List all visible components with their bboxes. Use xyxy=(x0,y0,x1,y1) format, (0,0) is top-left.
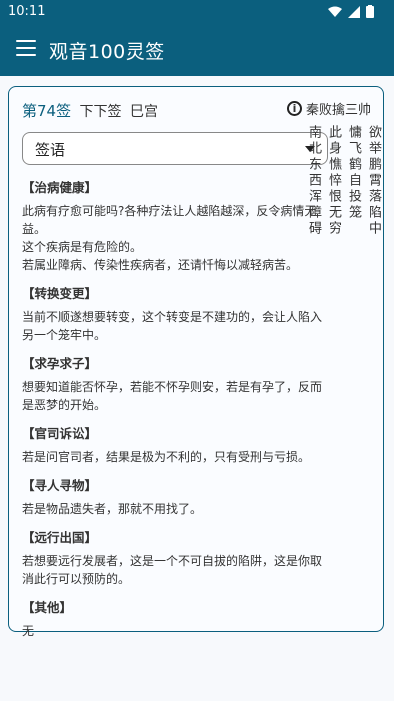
lot-grade: 下下签 xyxy=(79,104,122,120)
section-health: 【治病健康】 此病有疗愈可能吗?各种疗法让人越陷越深，反令病情无益。 这个疾病是… xyxy=(22,177,332,274)
section-pregnancy: 【求孕求子】 想要知道能否怀孕，若能不怀孕则安，若是有孕了，反而是恶梦的开始。 xyxy=(22,353,332,414)
status-icons xyxy=(328,5,374,18)
status-bar: 10:11 xyxy=(0,0,394,24)
poem: 欲举鹏霄落陷中 慵飞鹤自投笼 此身憔悴恨无穷 南北东西浑障碍 xyxy=(306,125,383,395)
section-title: 【寻人寻物】 xyxy=(22,478,98,493)
poem-line: 慵飞鹤自投笼 xyxy=(346,125,361,221)
section-title: 【官司诉讼】 xyxy=(22,426,98,441)
app-title: 观音100灵签 xyxy=(49,41,165,63)
menu-icon[interactable] xyxy=(16,40,36,58)
info-icon[interactable]: i xyxy=(286,101,302,116)
section-lawsuit: 【官司诉讼】 若是问官司者，结果是极为不利的，只有受刑与亏损。 xyxy=(22,423,332,466)
lot-palace: 巳宫 xyxy=(130,104,158,120)
section-other: 【其他】 无 xyxy=(22,597,332,640)
section-title: 【远行出国】 xyxy=(22,530,98,545)
sections: 【治病健康】 此病有疗愈可能吗?各种疗法让人越陷越深，反令病情无益。 这个疾病是… xyxy=(22,177,332,649)
section-body: 若想要远行发展者，这是一个不可自拔的陷阱，这是你取消此行可以预防的。 xyxy=(22,554,323,586)
app-bar: 观音100灵签 xyxy=(0,24,394,76)
wifi-icon xyxy=(328,6,342,17)
section-body: 若是问官司者，结果是极为不利的，只有受刑与亏损。 xyxy=(22,450,311,464)
section-body: 当前不顺遂想要转变，这个转变是不建功的，会让人陷入另一个笼牢中。 xyxy=(22,310,323,342)
signal-icon xyxy=(348,5,360,18)
section-lost-items: 【寻人寻物】 若是物品遗失者，那就不用找了。 xyxy=(22,475,332,518)
section-title: 【转换变更】 xyxy=(22,286,98,301)
section-title: 【治病健康】 xyxy=(22,180,98,195)
lot-card: 第74签 下下签 巳宫 i 秦败擒三帅 签语 欲举鹏霄落陷中 慵飞鹤自投笼 此身… xyxy=(8,86,384,638)
section-title: 【其他】 xyxy=(22,600,73,615)
section-title: 【求孕求子】 xyxy=(22,356,98,371)
poem-line: 欲举鹏霄落陷中 xyxy=(366,125,381,237)
battery-icon xyxy=(366,5,374,18)
section-travel: 【远行出国】 若想要远行发展者，这是一个不可自拔的陷阱，这是你取消此行可以预防的… xyxy=(22,527,332,588)
section-body: 想要知道能否怀孕，若能不怀孕则安，若是有孕了，反而是恶梦的开始。 xyxy=(22,380,323,412)
status-time: 10:11 xyxy=(8,4,46,19)
section-body: 无 xyxy=(22,624,35,638)
story-info[interactable]: i 秦败擒三帅 xyxy=(286,99,371,118)
lot-number: 第74签 xyxy=(22,102,72,120)
select-value: 签语 xyxy=(35,141,66,159)
section-change: 【转换变更】 当前不顺遂想要转变，这个转变是不建功的，会让人陷入另一个笼牢中。 xyxy=(22,283,332,344)
section-body: 此病有疗愈可能吗?各种疗法让人越陷越深，反令病情无益。 这个疾病是有危险的。 若… xyxy=(22,204,317,272)
section-select[interactable]: 签语 xyxy=(22,132,328,165)
story-label: 秦败擒三帅 xyxy=(305,103,371,118)
section-body: 若是物品遗失者，那就不用找了。 xyxy=(22,502,203,516)
lot-header: 第74签 下下签 巳宫 xyxy=(22,100,158,121)
